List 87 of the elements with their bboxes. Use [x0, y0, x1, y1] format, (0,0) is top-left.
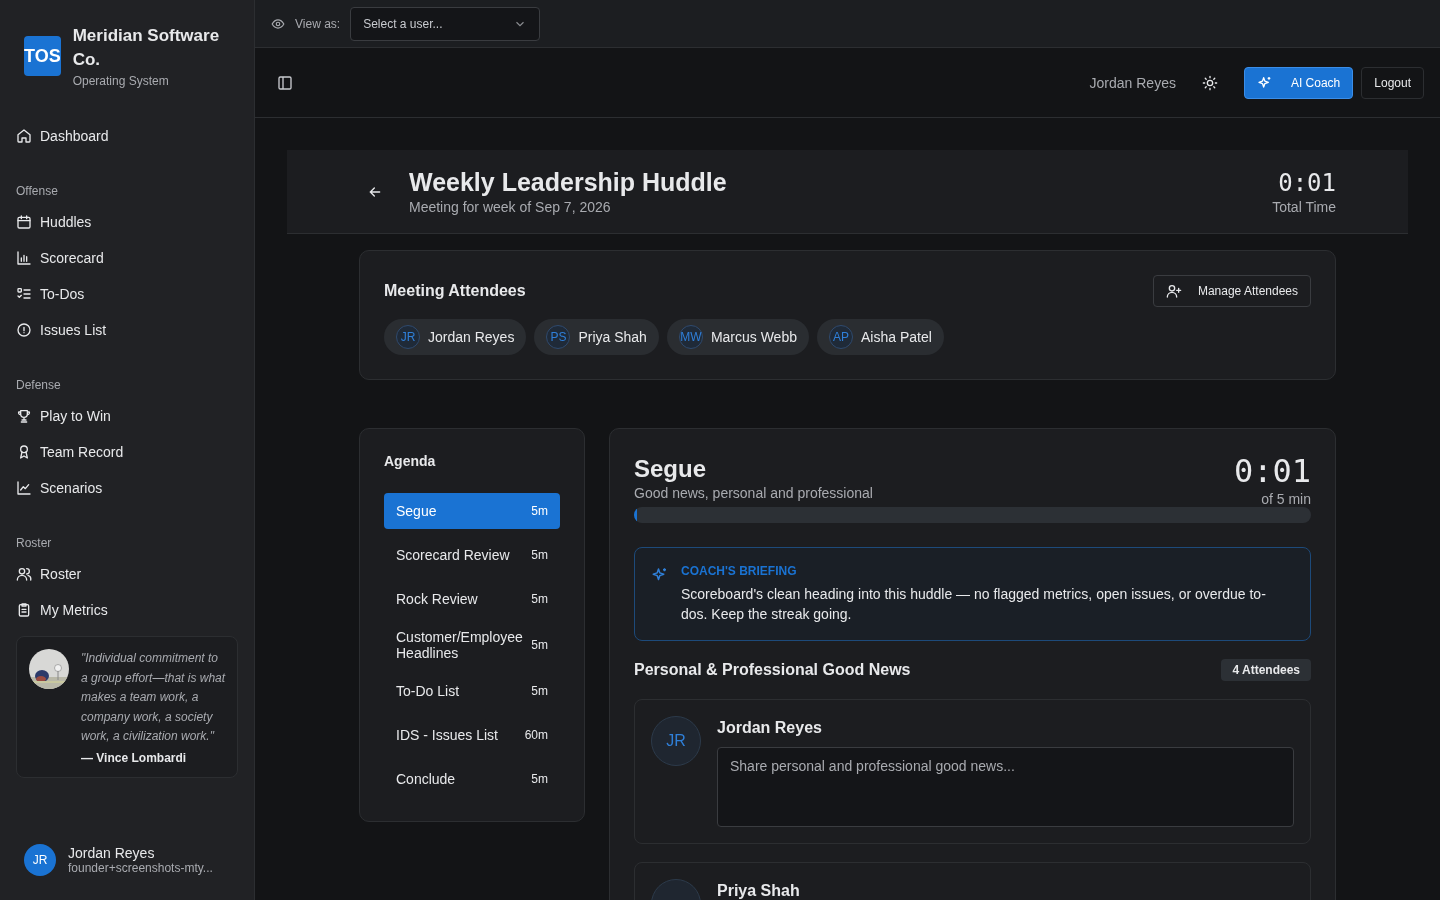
user-name: Jordan Reyes [68, 845, 156, 861]
user-avatar: JR [24, 844, 56, 876]
logo: TOS [24, 36, 61, 76]
agenda-item-title: Rock Review [396, 591, 478, 607]
quote-author: — Vince Lombardi [81, 750, 188, 765]
users-icon [16, 566, 32, 582]
eye-icon [271, 16, 285, 31]
manage-attendees-button[interactable]: Manage Attendees [1152, 275, 1311, 307]
nav-item[interactable]: Scenarios [16, 470, 238, 506]
nav-item[interactable]: Huddles [16, 204, 238, 240]
meeting-title: Weekly Leadership Huddle [409, 168, 728, 197]
list-icon [16, 286, 32, 302]
ai-coach-button[interactable]: AI Coach [1243, 66, 1354, 99]
good-news-title: Personal & Professional Good News [634, 661, 911, 679]
section-label: Offense [16, 184, 59, 198]
user-plus-icon [1165, 283, 1182, 299]
alert-icon [16, 322, 32, 338]
view-as-label: View as: [295, 16, 341, 31]
good-news-input[interactable]: Share personal and professional good news... [717, 747, 1294, 827]
company-subtitle: Operating System [72, 74, 170, 88]
briefing-label: COACH'S BRIEFING [681, 564, 798, 578]
agenda-item[interactable]: Rock Review 5m [384, 581, 560, 617]
agenda-item-duration: 60m [524, 728, 548, 742]
section-subtitle: Good news, personal and professional [634, 485, 873, 501]
section-timer-limit: of 5 min [1260, 491, 1311, 507]
entry-avatar: JR [651, 716, 701, 766]
meeting-subtitle: Meeting for week of Sep 7, 2026 [409, 199, 612, 215]
bars-icon [16, 250, 32, 266]
agenda-item-duration: 5m [531, 504, 548, 518]
agenda-item-title: Conclude [396, 771, 456, 787]
nav-item[interactable]: Scorecard [16, 240, 238, 276]
section-timer: 0:01 [1233, 453, 1311, 489]
attendee-name: Marcus Webb [710, 329, 797, 345]
sidebar-toggle-icon[interactable] [277, 74, 293, 91]
agenda-item[interactable]: IDS - Issues List 60m [384, 717, 560, 753]
agenda-item[interactable]: Conclude 5m [384, 761, 560, 797]
attendee-name: Jordan Reyes [428, 329, 515, 345]
sparkles-icon [1256, 74, 1273, 91]
agenda-item[interactable]: Segue 5m [384, 493, 560, 529]
agenda-item-duration: 5m [531, 772, 548, 786]
user-email: founder+screenshots-mty... [68, 861, 213, 875]
nav-item[interactable]: Play to Win [16, 398, 238, 434]
total-time-label: Total Time [1272, 198, 1336, 215]
total-time: 0:01 [1277, 168, 1336, 197]
agenda-item-title: IDS - Issues List [396, 727, 498, 743]
agenda-item[interactable]: To-Do List 5m [384, 673, 560, 709]
agenda-item-title: Scorecard Review [396, 547, 510, 563]
home-icon [16, 128, 32, 144]
section-label: Defense [16, 378, 62, 392]
calendar-icon [16, 214, 32, 230]
attendee-avatar: PS [546, 325, 571, 349]
agenda-title: Agenda [384, 453, 437, 469]
chart-icon [16, 480, 32, 496]
nav-item[interactable]: Roster [16, 556, 238, 592]
nav-item[interactable]: To-Dos [16, 276, 238, 312]
attendee-name: Aisha Patel [861, 329, 932, 345]
company-name: Meridian Software Co. [72, 25, 221, 71]
nav-item[interactable]: Dashboard [16, 118, 238, 154]
sun-icon[interactable] [1201, 74, 1218, 91]
agenda-item-duration: 5m [531, 684, 548, 698]
agenda-item-title: Segue [396, 503, 437, 519]
agenda-item[interactable]: Scorecard Review 5m [384, 537, 560, 573]
briefing-text: Scoreboard's clean heading into this huddle — no flagged metrics, open issues, or overdue to-dos. Keep the streak going. [681, 585, 1267, 624]
quote-text: "Individual commitment to a group effort—that is what makes a team work, a company work, a society work, a civilization work." [81, 650, 227, 745]
attendee-count-badge: 4 Attendees [1221, 659, 1311, 681]
agenda-item-title: To-Do List [396, 683, 460, 699]
agenda-item-title: Customer/Employee Headlines [396, 629, 524, 661]
attendee-avatar: AP [829, 325, 853, 349]
nav-item[interactable]: My Metrics [16, 592, 238, 628]
clipboard-icon [16, 602, 32, 618]
entry-name: Priya Shah [717, 882, 801, 900]
trophy-icon [16, 408, 32, 424]
user-select[interactable]: Select a user... [350, 6, 541, 41]
section-title: Segue [634, 455, 708, 483]
logout-button[interactable]: Logout [1361, 66, 1424, 99]
agenda-item-duration: 5m [531, 548, 548, 562]
header-user-name: Jordan Reyes [1089, 74, 1176, 91]
attendee-name: Priya Shah [578, 329, 647, 345]
attendee-avatar: MW [678, 325, 703, 349]
agenda-item-duration: 5m [531, 592, 548, 606]
attendee-avatar: JR [396, 325, 420, 349]
entry-name: Jordan Reyes [717, 719, 823, 737]
attendees-title: Meeting Attendees [384, 282, 526, 300]
nav-item[interactable]: Team Record [16, 434, 238, 470]
nav-item[interactable]: Issues List [16, 312, 238, 348]
section-label: Roster [16, 536, 53, 550]
agenda-item-duration: 5m [531, 638, 548, 652]
